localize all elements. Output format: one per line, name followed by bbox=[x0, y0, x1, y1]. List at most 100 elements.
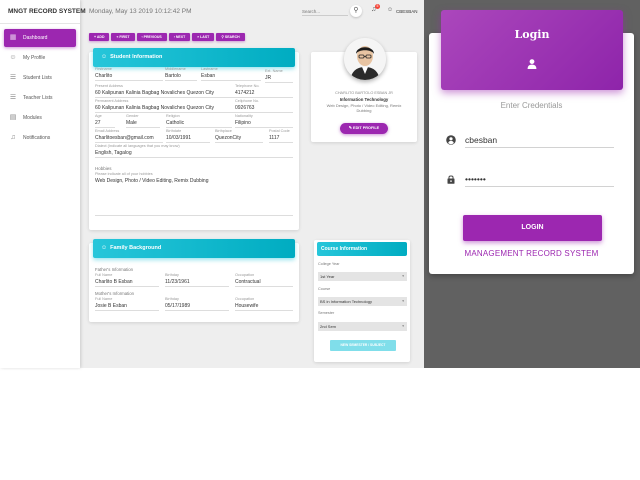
hobbies-underline bbox=[95, 215, 293, 216]
lastname-label: Lastname bbox=[201, 67, 218, 71]
screen: MNGT RECORD SYSTEM ▦ Dashboard ☺ My Prof… bbox=[0, 0, 640, 480]
sidebar-item-student-lists[interactable]: ☰ Student Lists bbox=[4, 69, 76, 87]
sidebar-item-dashboard[interactable]: ▦ Dashboard bbox=[4, 29, 76, 47]
sidebar-item-label: Dashboard bbox=[23, 35, 48, 41]
father-birthday-field[interactable]: 11/23/1961 bbox=[165, 279, 229, 287]
birthdate-field[interactable]: 10/03/1991 bbox=[166, 135, 210, 143]
family-background-title: Family Background bbox=[110, 245, 162, 251]
sidebar-item-teacher-lists[interactable]: ☰ Teacher Lists bbox=[4, 89, 76, 107]
sidebar-item-label: Student Lists bbox=[23, 75, 52, 81]
semester-label: Semester bbox=[318, 311, 335, 315]
edit-profile-label: EDIT PROFILE bbox=[353, 126, 380, 130]
nationality-field[interactable]: Filipino bbox=[235, 120, 293, 128]
profile-full-name: CHARLITO BARTOLO ESBAN JR bbox=[335, 91, 393, 95]
add-button[interactable]: + ADD bbox=[89, 33, 110, 41]
gender-field[interactable]: Male bbox=[126, 120, 160, 128]
age-label: Age bbox=[95, 114, 102, 118]
father-name-label: Full Name bbox=[95, 273, 113, 277]
dialect-label: Dialect (Indicate all languages that you… bbox=[95, 144, 180, 148]
telephone-label: Telephone No. bbox=[235, 84, 260, 88]
father-name-field[interactable]: Charlito B Esban bbox=[95, 279, 159, 287]
bell-icon: ♫ bbox=[10, 134, 16, 141]
course-info-card: Course Information College Year 1st Year… bbox=[314, 240, 410, 362]
login-button[interactable]: LOGIN bbox=[463, 215, 602, 241]
birthplace-label: Birthplace bbox=[215, 129, 232, 133]
mother-birthday-field[interactable]: 05/17/1989 bbox=[165, 303, 229, 311]
age-field[interactable]: 27 bbox=[95, 120, 115, 128]
firstname-label: Firstname bbox=[95, 67, 112, 71]
brand-title: MNGT RECORD SYSTEM bbox=[0, 0, 86, 24]
ext-name-label: Ext. Name bbox=[265, 69, 283, 73]
father-info-title: Father's Information bbox=[95, 267, 134, 272]
cellphone-label: Cellphone No. bbox=[235, 99, 260, 103]
first-button[interactable]: « FIRST bbox=[111, 33, 135, 41]
mother-occupation-field[interactable]: Housewife bbox=[235, 303, 293, 311]
firstname-field[interactable]: Charlito bbox=[95, 73, 163, 81]
sidebar-item-notifications[interactable]: ♫ Notifications bbox=[4, 129, 76, 147]
email-field[interactable]: Charlitoesban@gmail.com bbox=[95, 135, 163, 143]
lock-icon bbox=[447, 175, 455, 184]
college-year-select[interactable]: 1st Year ▾ bbox=[318, 272, 407, 281]
hobbies-title: Hobbies bbox=[95, 166, 112, 171]
middlename-label: Middlename bbox=[165, 67, 186, 71]
list-icon: ☰ bbox=[9, 74, 17, 81]
record-toolbar: + ADD « FIRST ‹ PREVIOUS › NEXT » LAST ⚲… bbox=[89, 33, 245, 41]
birthdate-label: Birthdate bbox=[166, 129, 182, 133]
permanent-address-field[interactable]: 60 Kalipunan Kalinia Bagbag Novaliches Q… bbox=[95, 105, 235, 113]
mother-name-field[interactable]: Josie B Esban bbox=[95, 303, 159, 311]
chevron-down-icon: ▾ bbox=[402, 324, 404, 328]
sidebar-item-label: Notifications bbox=[23, 135, 51, 141]
last-label: LAST bbox=[200, 35, 210, 39]
middlename-field[interactable]: Bartolo bbox=[165, 73, 197, 81]
search-input[interactable] bbox=[302, 7, 348, 16]
cellphone-field[interactable]: 0926763 bbox=[235, 105, 293, 113]
datetime-display: Monday, May 13 2019 10:12:42 PM bbox=[89, 8, 192, 15]
profile-card: CHARLITO BARTOLO ESBAN JR Information Te… bbox=[311, 38, 417, 142]
user-icon bbox=[527, 59, 537, 69]
family-background-card: ☺ Family Background Father's Information … bbox=[89, 239, 299, 322]
religion-field[interactable]: Catholic bbox=[166, 120, 232, 128]
main-content: Monday, May 13 2019 10:12:42 PM ⚲ ♫ 5 ☺ … bbox=[80, 0, 424, 368]
search-button[interactable]: ⚲ bbox=[350, 5, 362, 17]
edit-profile-button[interactable]: ✎ EDIT PROFILE bbox=[340, 123, 388, 134]
user-icon[interactable]: ☺ bbox=[387, 7, 393, 13]
course-select[interactable]: BS in Information Technology ▾ bbox=[318, 297, 407, 306]
present-address-field[interactable]: 60 Kalipunan Kalinia Bagbag Novaliches Q… bbox=[95, 90, 235, 98]
telephone-field[interactable]: 4174212 bbox=[235, 90, 293, 98]
mother-birthday-label: Birthday bbox=[165, 297, 179, 301]
password-field[interactable] bbox=[465, 173, 614, 187]
avatar-photo bbox=[344, 38, 386, 80]
previous-label: PREVIOUS bbox=[143, 35, 162, 39]
previous-button[interactable]: ‹ PREVIOUS bbox=[136, 33, 167, 41]
semester-select[interactable]: 2nd Sem ▾ bbox=[318, 322, 407, 331]
notification-count-badge: 5 bbox=[375, 4, 380, 9]
search-record-button[interactable]: ⚲ SEARCH bbox=[216, 33, 245, 41]
birthplace-field[interactable]: QuezonCity bbox=[215, 135, 263, 143]
search-icon: ⚲ bbox=[353, 7, 359, 14]
sidebar-item-modules[interactable]: ▤ Modules bbox=[4, 109, 76, 127]
ext-name-field[interactable]: JR bbox=[265, 75, 293, 83]
hobbies-field[interactable]: Web Design, Photo / Video Editing, Remix… bbox=[95, 178, 293, 185]
last-button[interactable]: » LAST bbox=[192, 33, 215, 41]
chevron-down-icon: ▾ bbox=[402, 299, 404, 303]
course-value: BS in Information Technology bbox=[320, 299, 372, 304]
system-name-footer: MANAGEMENT RECORD SYSTEM bbox=[464, 249, 599, 258]
student-info-title: Student Information bbox=[110, 54, 163, 60]
lastname-field[interactable]: Esban bbox=[201, 73, 261, 81]
student-info-header: ☺ Student Information bbox=[93, 48, 295, 67]
username-label[interactable]: CBESBAN bbox=[396, 9, 418, 14]
person-icon: ☺ bbox=[9, 54, 17, 61]
profile-hobbies: Web Design, Photo / Video Editing, Remix… bbox=[326, 103, 402, 113]
postal-code-field[interactable]: 1117 bbox=[269, 135, 293, 143]
sidebar-item-my-profile[interactable]: ☺ My Profile bbox=[4, 49, 76, 67]
father-occupation-field[interactable]: Contractual bbox=[235, 279, 293, 287]
dialect-field[interactable]: English, Tagalog bbox=[95, 150, 293, 158]
add-label: ADD bbox=[96, 35, 105, 39]
username-field[interactable] bbox=[465, 134, 614, 148]
nationality-label: Nationality bbox=[235, 114, 253, 118]
new-semester-button[interactable]: NEW SEMESTER / SUBJECT bbox=[330, 340, 396, 351]
person-icon: ☺ bbox=[101, 54, 108, 60]
next-button[interactable]: › NEXT bbox=[168, 33, 191, 41]
postal-code-label: Postal Code bbox=[269, 129, 290, 133]
mother-info-title: Mother's Information bbox=[95, 291, 135, 296]
